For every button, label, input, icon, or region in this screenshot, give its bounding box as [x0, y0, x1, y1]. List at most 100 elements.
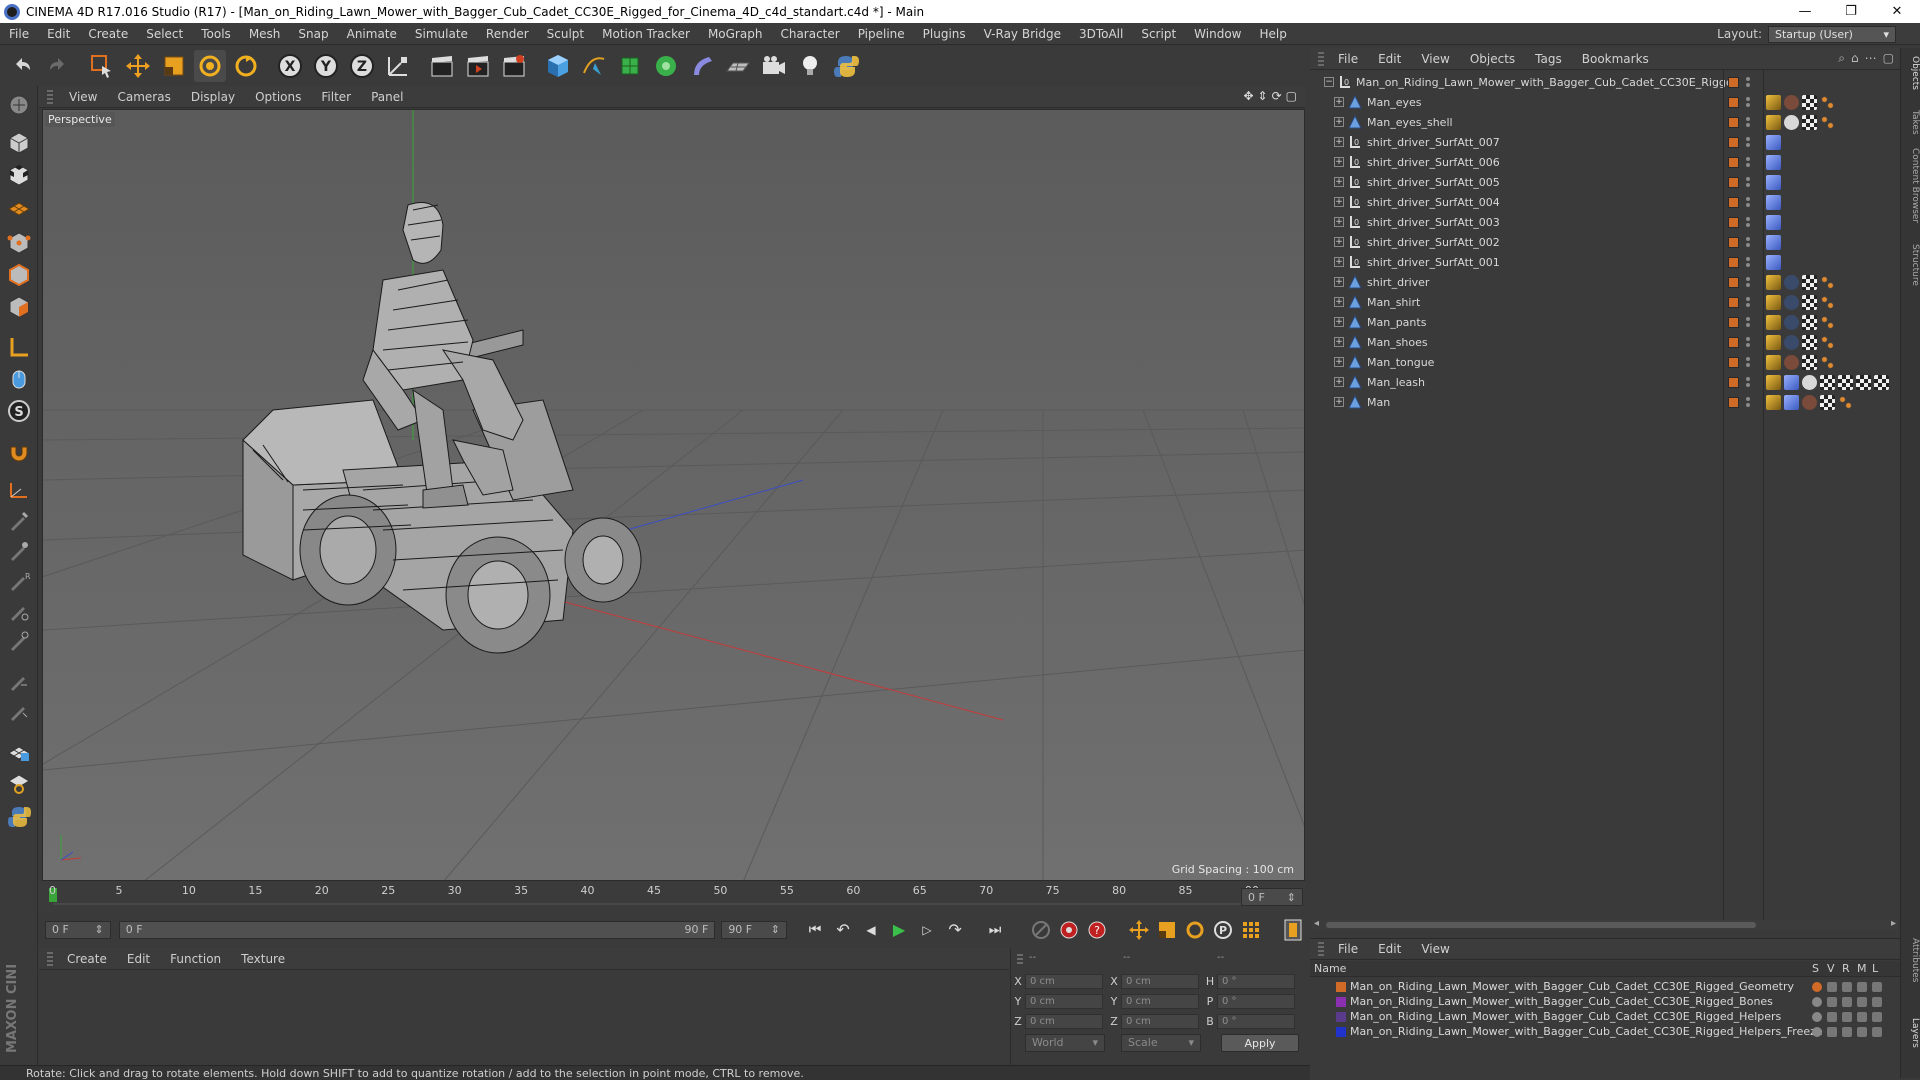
layer-row[interactable]: Man_on_Riding_Lawn_Mower_with_Bagger_Cub… [1310, 979, 1900, 994]
phong-tag-icon[interactable] [1766, 394, 1781, 410]
timeline-ruler[interactable]: 051015202530354045505560657075808590 0 F… [39, 882, 1305, 912]
menu-file[interactable]: File [0, 27, 38, 41]
ik-tag-icon[interactable] [1766, 234, 1781, 250]
layer-color-swatch[interactable] [1728, 296, 1739, 308]
mat-brown-tag-icon[interactable] [1802, 394, 1817, 410]
layer-render-toggle[interactable] [1842, 1026, 1852, 1037]
viewport-maximize-icon[interactable]: ▢ [1286, 89, 1297, 103]
undo-button[interactable] [6, 50, 38, 82]
expand-icon[interactable]: + [1334, 337, 1344, 347]
object-row[interactable]: + Man_leash [1310, 372, 1900, 392]
visibility-toggle[interactable] [1746, 77, 1750, 87]
coordinate-type-select[interactable]: Scale ▾ [1121, 1034, 1201, 1052]
scale-tool-button[interactable] [158, 50, 190, 82]
side-tab-structure[interactable]: Structure [1902, 244, 1920, 286]
phong-tag-icon[interactable] [1766, 334, 1781, 350]
checker-tag-icon[interactable] [1802, 94, 1817, 110]
panel-maximize-icon[interactable]: ▢ [1883, 51, 1894, 66]
dots-tag-icon[interactable] [1820, 334, 1835, 350]
mat-blue-tag-icon[interactable] [1784, 274, 1799, 290]
visibility-toggle[interactable] [1746, 177, 1750, 187]
rot-h-field[interactable]: 0 ° [1217, 973, 1295, 989]
layer-header-locked[interactable]: L [1872, 962, 1878, 975]
layer-manager-toggle[interactable] [1857, 981, 1867, 992]
magnet-button[interactable] [4, 436, 34, 466]
scroll-left-icon[interactable]: ◂ [1314, 918, 1319, 929]
expand-icon[interactable]: + [1334, 97, 1344, 107]
layer-row[interactable]: Man_on_Riding_Lawn_Mower_with_Bagger_Cub… [1310, 994, 1900, 1009]
ik-tag-icon[interactable] [1766, 254, 1781, 270]
material-menu-function[interactable]: Function [160, 952, 231, 966]
size-z-field[interactable]: 0 cm [1121, 1013, 1199, 1029]
goto-end-button[interactable]: ⏭ [983, 918, 1007, 942]
layer-menu-view[interactable]: View [1411, 942, 1459, 956]
maximize-button[interactable]: ❐ [1828, 0, 1874, 23]
visibility-toggle[interactable] [1746, 257, 1750, 267]
make-editable-button[interactable] [4, 90, 34, 120]
layer-color-swatch[interactable] [1728, 316, 1739, 328]
collapse-icon[interactable]: − [1324, 77, 1334, 87]
viewport-menu-cameras[interactable]: Cameras [107, 90, 180, 104]
visibility-toggle[interactable] [1746, 277, 1750, 287]
layer-solo-toggle[interactable] [1812, 1011, 1822, 1022]
visibility-toggle[interactable] [1746, 337, 1750, 347]
goto-start-button[interactable]: ⏮ [803, 918, 827, 942]
expand-icon[interactable]: + [1334, 277, 1344, 287]
viewport-menu-view[interactable]: View [59, 90, 107, 104]
panel-grip-icon[interactable] [47, 89, 53, 104]
coordinates-grip-icon[interactable] [1017, 952, 1023, 964]
layer-menu-edit[interactable]: Edit [1368, 942, 1411, 956]
layer-color-swatch[interactable] [1728, 176, 1739, 188]
menu-create[interactable]: Create [79, 27, 137, 41]
python-console-button[interactable] [4, 802, 34, 832]
checker-tag-icon[interactable] [1820, 394, 1835, 410]
layer-color-swatch[interactable] [1336, 996, 1346, 1007]
y-axis-lock-button[interactable]: Y [310, 50, 342, 82]
layer-color-swatch[interactable] [1336, 1026, 1346, 1037]
mat-blue-tag-icon[interactable] [1784, 314, 1799, 330]
lock-grid-button[interactable] [4, 736, 34, 766]
render-picture-viewer-button[interactable] [462, 50, 494, 82]
layer-color-swatch[interactable] [1728, 116, 1739, 128]
expand-icon[interactable]: + [1334, 137, 1344, 147]
object-row[interactable]: + shirt_driver [1310, 272, 1900, 292]
expand-icon[interactable]: + [1334, 217, 1344, 227]
column-divider[interactable] [1723, 70, 1724, 920]
menu-simulate[interactable]: Simulate [406, 27, 477, 41]
expand-icon[interactable]: + [1334, 297, 1344, 307]
layer-color-swatch[interactable] [1728, 256, 1739, 268]
object-row[interactable]: + Man_eyes_shell [1310, 112, 1900, 132]
start-frame-field[interactable]: 0 F ⇕ [45, 920, 111, 939]
rotate-tool-button[interactable] [194, 50, 226, 82]
layer-render-toggle[interactable] [1842, 1011, 1852, 1022]
menu-tools[interactable]: Tools [192, 27, 240, 41]
checker-tag-icon[interactable] [1874, 374, 1889, 390]
ik-tag-icon[interactable] [1784, 374, 1799, 390]
points-mode-button[interactable] [4, 228, 34, 258]
object-row[interactable]: +0 shirt_driver_SurfAtt_006 [1310, 152, 1900, 172]
object-menu-edit[interactable]: Edit [1368, 52, 1411, 66]
layer-row[interactable]: Man_on_Riding_Lawn_Mower_with_Bagger_Cub… [1310, 1009, 1900, 1024]
layer-manager-toggle[interactable] [1857, 1026, 1867, 1037]
visibility-toggle[interactable] [1746, 397, 1750, 407]
autokey-button[interactable] [1057, 918, 1081, 942]
checker-tag-icon[interactable] [1802, 334, 1817, 350]
object-row[interactable]: + Man_shoes [1310, 332, 1900, 352]
object-menu-file[interactable]: File [1328, 52, 1368, 66]
menu-character[interactable]: Character [771, 27, 848, 41]
camera-button[interactable] [758, 50, 790, 82]
ik-tag-icon[interactable] [1766, 214, 1781, 230]
menu-plugins[interactable]: Plugins [914, 27, 975, 41]
object-row[interactable]: + Man_pants [1310, 312, 1900, 332]
menu-window[interactable]: Window [1185, 27, 1250, 41]
goto-next-key-button[interactable]: ↷ [943, 918, 967, 942]
side-tab-attributes[interactable]: Attributes [1902, 938, 1920, 982]
timeline-window-button[interactable] [1281, 918, 1305, 942]
layer-header-view[interactable]: V [1827, 962, 1835, 975]
checker-tag-icon[interactable] [1820, 374, 1835, 390]
polygons-mode-button[interactable] [4, 292, 34, 322]
checker-tag-icon[interactable] [1802, 274, 1817, 290]
dots-tag-icon[interactable] [1820, 274, 1835, 290]
visibility-toggle[interactable] [1746, 237, 1750, 247]
key-pla-button[interactable] [1239, 918, 1263, 942]
